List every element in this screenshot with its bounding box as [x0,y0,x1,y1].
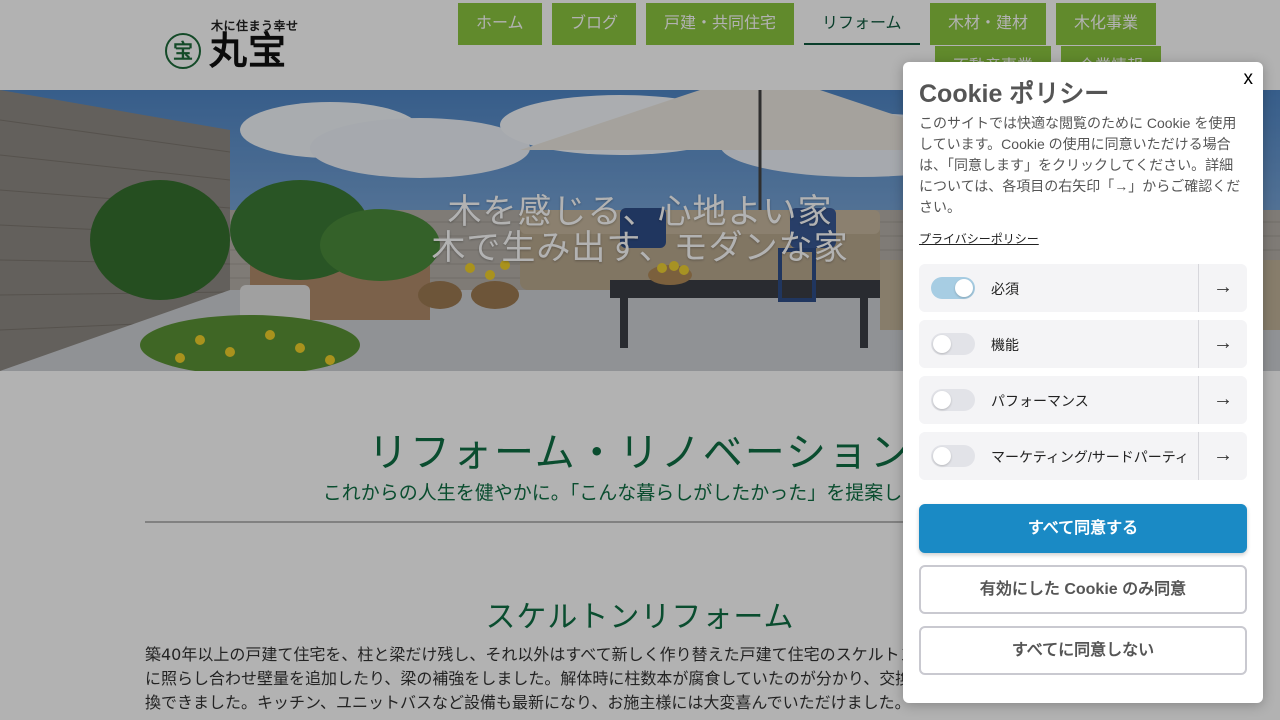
arrow-right-icon[interactable]: → [1198,432,1247,480]
toggle-knob [933,447,951,465]
arrow-right-icon[interactable]: → [1198,376,1247,424]
toggle-performance[interactable] [931,389,975,411]
cookie-category-required: 必須 → [919,264,1247,312]
arrow-right-icon[interactable]: → [1198,264,1247,312]
arrow-right-icon[interactable]: → [1198,320,1247,368]
cookie-category-label: パフォーマンス [991,393,1089,409]
reject-all-button[interactable]: すべてに同意しない [919,626,1247,675]
toggle-required[interactable] [931,277,975,299]
cookie-category-performance: パフォーマンス → [919,376,1247,424]
cookie-policy-dialog: x Cookie ポリシー このサイトでは快適な閲覧のために Cookie を使… [903,62,1263,703]
accept-selected-button[interactable]: 有効にした Cookie のみ同意 [919,565,1247,614]
cookie-category-functional: 機能 → [919,320,1247,368]
toggle-knob [955,279,973,297]
toggle-knob [933,391,951,409]
cookie-category-label: 機能 [991,337,1019,353]
toggle-knob [933,335,951,353]
toggle-marketing[interactable] [931,445,975,467]
close-icon[interactable]: x [1244,68,1254,90]
toggle-functional[interactable] [931,333,975,355]
accept-all-button[interactable]: すべて同意する [919,504,1247,553]
privacy-policy-link[interactable]: プライバシーポリシー [919,230,1039,247]
cookie-dialog-description: このサイトでは快適な閲覧のために Cookie を使用しています。Cookie … [919,115,1241,215]
cookie-dialog-title: Cookie ポリシー [919,80,1110,108]
cookie-category-label: 必須 [991,281,1019,297]
cookie-category-label: マーケティング/サードパーティ [991,449,1189,465]
cookie-category-marketing: マーケティング/サードパーティ → [919,432,1247,480]
